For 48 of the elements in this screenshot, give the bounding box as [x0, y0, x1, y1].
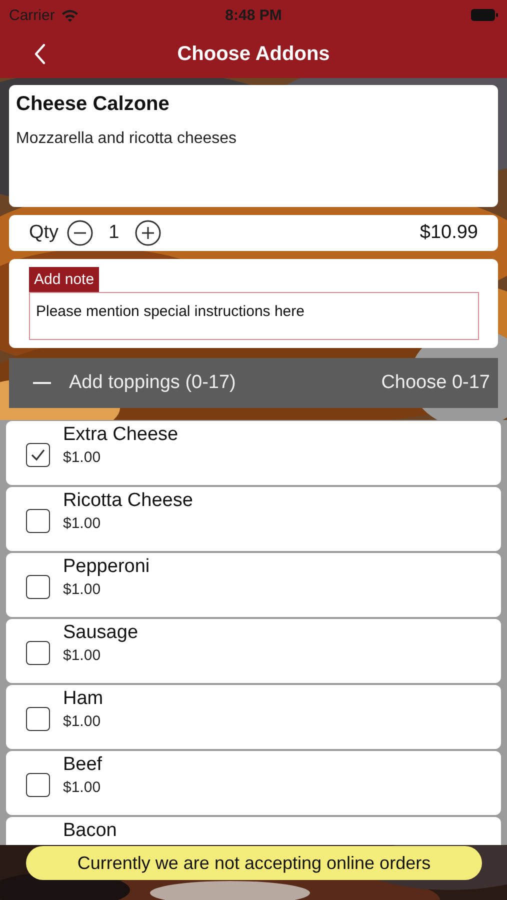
group-header[interactable]: Add toppings (0-17) Choose 0-17	[9, 358, 498, 408]
group-title: Add toppings (0-17)	[69, 372, 236, 394]
item-description: Mozzarella and ricotta cheeses	[16, 130, 238, 148]
topping-name: Extra Cheese	[63, 424, 178, 446]
checkbox[interactable]	[26, 443, 50, 467]
topping-name: Beef	[63, 754, 102, 776]
carrier-label: Carrier	[9, 6, 55, 24]
notice-toast: Currently we are not accepting online orders	[26, 846, 482, 880]
topping-name: Sausage	[63, 622, 138, 644]
topping-row[interactable]: Pepperoni $1.00	[6, 553, 501, 617]
topping-row[interactable]: Extra Cheese $1.00	[6, 421, 501, 485]
topping-price: $1.00	[63, 581, 102, 598]
minus-icon	[66, 220, 93, 246]
topping-row[interactable]: Sausage $1.00	[6, 619, 501, 683]
topping-name: Ham	[63, 688, 104, 710]
checkbox[interactable]	[26, 509, 50, 533]
topping-row[interactable]: Beef $1.00	[6, 751, 501, 815]
note-field[interactable]: Please mention special instructions here	[29, 292, 479, 340]
item-name: Cheese Calzone	[16, 93, 170, 116]
checkmark-icon	[30, 448, 46, 462]
topping-row[interactable]: Ham $1.00	[6, 685, 501, 749]
topping-row[interactable]: Ricotta Cheese $1.00	[6, 487, 501, 551]
checkbox[interactable]	[26, 707, 50, 731]
topping-price: $1.00	[63, 515, 102, 532]
topping-name: Bacon	[63, 820, 117, 842]
topping-price: $1.00	[63, 647, 102, 664]
plus-icon	[135, 220, 162, 246]
decrement-button[interactable]	[66, 220, 93, 246]
topping-name: Ricotta Cheese	[63, 490, 193, 512]
status-time: 8:48 PM	[225, 6, 282, 24]
topping-price: $1.00	[63, 779, 102, 796]
topping-price: $1.00	[63, 449, 102, 466]
quantity-label: Qty	[29, 222, 59, 244]
wifi-icon	[60, 8, 79, 22]
group-rule: Choose 0-17	[381, 372, 490, 394]
note-label: Add note	[29, 267, 100, 292]
checkbox[interactable]	[26, 773, 50, 797]
battery-icon	[471, 9, 498, 21]
item-price: $10.99	[420, 222, 478, 244]
increment-button[interactable]	[135, 220, 162, 246]
topping-row[interactable]: Bacon	[6, 817, 501, 845]
checkbox[interactable]	[26, 575, 50, 599]
chevron-left-icon	[34, 43, 46, 65]
screen-title: Choose Addons	[177, 42, 330, 66]
checkbox[interactable]	[26, 641, 50, 665]
topping-price: $1.00	[63, 713, 102, 730]
topping-name: Pepperoni	[63, 556, 150, 578]
quantity-value: 1	[108, 222, 120, 244]
